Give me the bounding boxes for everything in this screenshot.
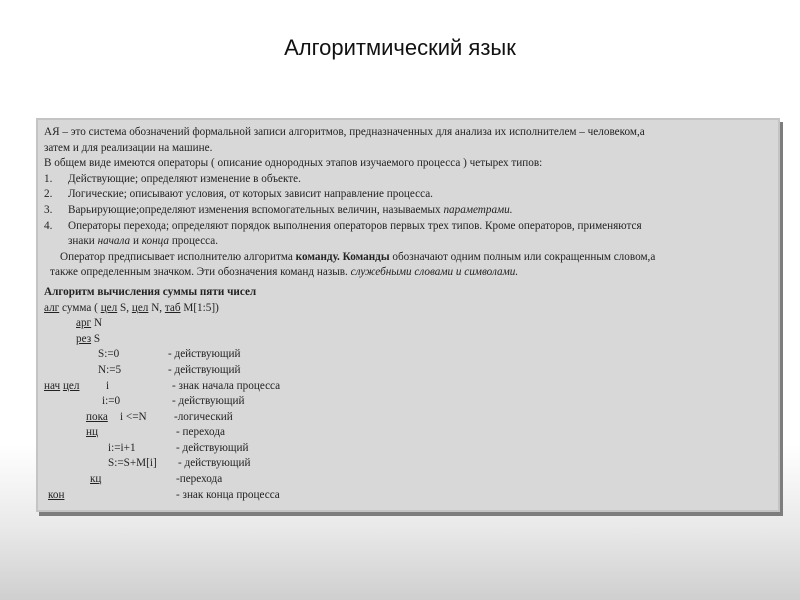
code-line: арг N <box>44 316 772 332</box>
item-number: 2. <box>44 188 53 201</box>
item-text: Логические; описывают условия, от которы… <box>68 188 433 201</box>
code-line: S:=S+M[i] - действующий <box>44 456 772 472</box>
code-line: алг сумма ( цел S, цел N, таб M[1:5]) <box>44 301 772 317</box>
code-line: N:=5 - действующий <box>44 363 772 379</box>
code-text: M[1:5]) <box>180 301 219 314</box>
keyword: кон <box>48 488 65 501</box>
code-line: пока i <=N -логический <box>44 410 772 426</box>
item-number: 4. <box>44 219 53 232</box>
operator-item-4: 4. Операторы перехода; определяют порядо… <box>44 219 772 235</box>
command-para-line-1: Оператор предписывает исполнителю алгори… <box>44 250 772 266</box>
intro-line-1: АЯ – это система обозначений формальной … <box>44 126 645 138</box>
item-text-italic: конца <box>141 235 170 248</box>
item-text: Действующие; определяют изменение в объе… <box>68 172 301 185</box>
para-text: обозначают одним полным или сокращенным … <box>389 250 656 263</box>
slide-title: Алгоритмический язык <box>284 35 516 60</box>
keyword: таб <box>164 301 181 314</box>
intro-line-2: затем и для реализации на машине. <box>44 141 213 154</box>
code-text: N, <box>148 301 165 314</box>
code-line: i:=0 - действующий <box>44 394 772 410</box>
code-text: i:=0 <box>102 395 121 408</box>
code-text: N <box>91 317 103 330</box>
operator-item-2: 2. Логические; описывают условия, от кот… <box>44 187 772 203</box>
code-text: S, <box>117 301 132 314</box>
code-text: i:=i+1 <box>108 441 136 454</box>
code-text: S:=S+M[i] <box>108 457 157 470</box>
code-comment: -перехода <box>176 473 223 486</box>
code-text: N:=5 <box>98 363 122 376</box>
keyword: цел <box>62 379 80 392</box>
code-comment: - действующий <box>168 348 241 361</box>
algorithm-heading: Алгоритм вычисления суммы пяти чисел <box>44 285 257 298</box>
para-text-bold: команду. Команды <box>295 250 390 263</box>
item-text-italic: начала <box>97 235 131 248</box>
code-comment: -логический <box>174 410 233 423</box>
code-text: S:=0 <box>98 348 120 361</box>
keyword: цел <box>131 301 149 314</box>
operator-item-3: 3. Варьирующие;определяют изменения вспо… <box>44 203 772 219</box>
code-text: i <=N <box>120 410 147 423</box>
intro-line-3: В общем виде имеются операторы ( описани… <box>44 157 543 170</box>
para-text: Оператор предписывает исполнителю алгори… <box>60 250 296 263</box>
item-text: Операторы перехода; определяют порядок в… <box>68 219 642 232</box>
code-comment: - действующий <box>172 395 245 408</box>
keyword: рез <box>76 332 92 345</box>
code-line: нач цел i - знак начала процесса <box>44 379 772 395</box>
code-comment: - действующий <box>176 441 249 454</box>
code-comment: - знак конца процесса <box>176 488 280 501</box>
item-number: 3. <box>44 203 53 216</box>
code-text: S <box>91 332 101 345</box>
item-text: процесса. <box>169 235 219 248</box>
code-text: i <box>106 379 110 392</box>
code-line: нц - перехода <box>44 425 772 441</box>
para-text: также определенным значком. Эти обозначе… <box>50 266 351 279</box>
code-line: рез S <box>44 332 772 348</box>
keyword: пока <box>86 410 108 423</box>
content-panel: АЯ – это система обозначений формальной … <box>36 118 780 512</box>
code-comment: - действующий <box>168 363 241 376</box>
code-line: кц -перехода <box>44 472 772 488</box>
operator-item-4-cont: знаки начала и конца процесса. <box>44 234 772 250</box>
operator-item-1: 1. Действующие; определяют изменение в о… <box>44 172 772 188</box>
keyword: цел <box>100 301 118 314</box>
code-comment: - перехода <box>176 426 225 439</box>
item-number: 1. <box>44 172 53 185</box>
code-line: i:=i+1 - действующий <box>44 441 772 457</box>
keyword: арг <box>76 317 92 330</box>
command-para-line-2: также определенным значком. Эти обозначе… <box>44 265 772 281</box>
code-comment: - действующий <box>178 457 251 470</box>
para-text-italic: служебными словами и символами. <box>350 266 519 279</box>
item-text: знаки <box>68 235 98 248</box>
keyword: кц <box>90 473 102 486</box>
code-line: S:=0 - действующий <box>44 347 772 363</box>
keyword: нач <box>44 379 61 392</box>
item-text: Варьирующие;определяют изменения вспомог… <box>68 203 444 216</box>
keyword: нц <box>86 426 98 439</box>
code-line: кон - знак конца процесса <box>44 488 772 504</box>
code-text: сумма ( <box>59 301 101 314</box>
item-text-italic: параметрами. <box>443 203 513 216</box>
item-text: и <box>130 235 142 248</box>
keyword: алг <box>44 301 60 314</box>
code-comment: - знак начала процесса <box>172 379 281 392</box>
